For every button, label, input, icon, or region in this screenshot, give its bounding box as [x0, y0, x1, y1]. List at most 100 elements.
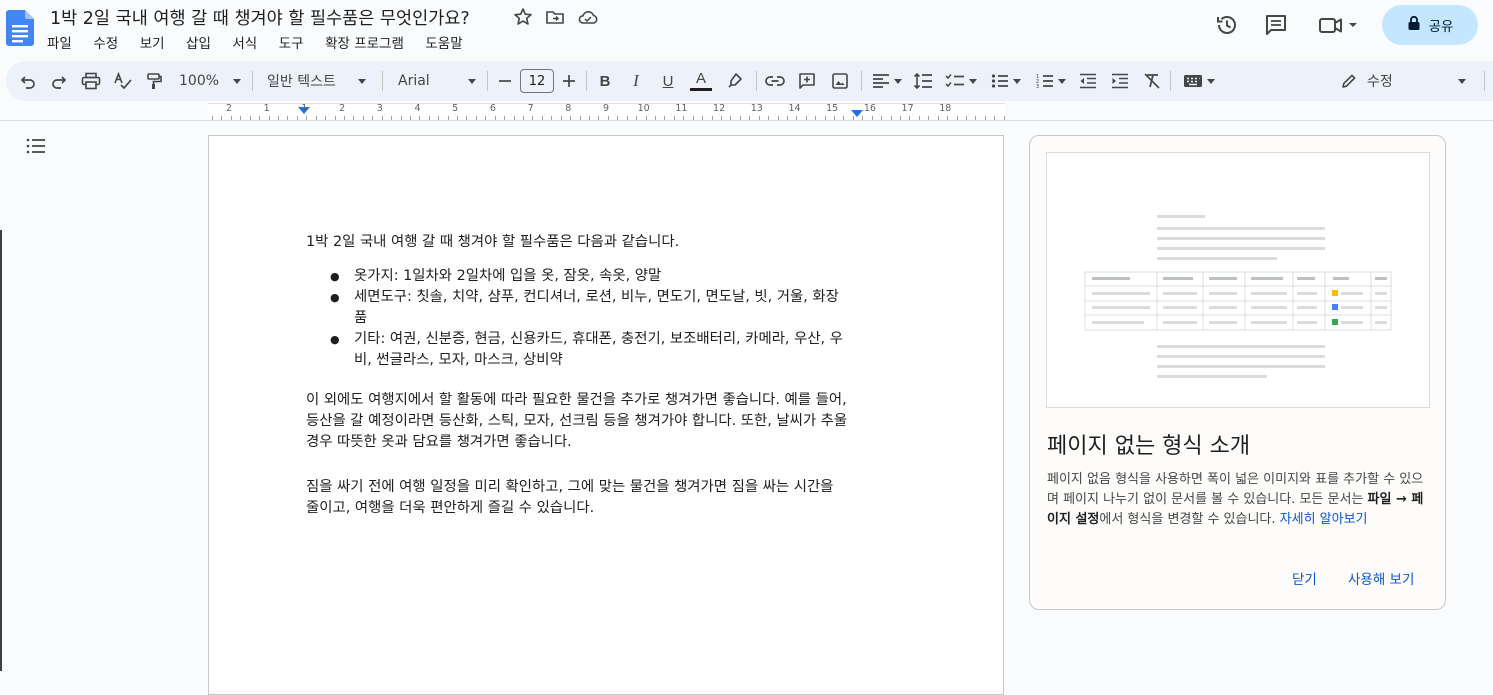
- ruler-tick: [1003, 116, 1005, 120]
- ruler-tick: [900, 116, 902, 120]
- ruler-number: 2: [225, 103, 233, 114]
- toolbar: 100% 일반 텍스트 Arial 12 B I U A 1 2 3 수정: [6, 61, 1493, 101]
- paragraph-style-select[interactable]: 일반 텍스트: [267, 70, 366, 92]
- chevron-down-icon: [894, 78, 902, 84]
- underline-icon[interactable]: U: [658, 71, 678, 91]
- menu-file[interactable]: 파일: [47, 32, 80, 52]
- close-button[interactable]: 닫기: [1292, 568, 1317, 588]
- ruler-tick: [607, 116, 609, 120]
- list-item[interactable]: 세면도구: 칫솔, 치약, 샴푸, 컨디셔너, 로션, 비누, 면도기, 면도날…: [330, 287, 851, 329]
- ruler-tick: [523, 116, 525, 120]
- ruler-tick: [664, 116, 666, 120]
- increase-indent-icon[interactable]: [1110, 71, 1130, 91]
- ruler-tick: [551, 116, 553, 120]
- chevron-down-icon: [1207, 78, 1215, 84]
- ruler-tick: [768, 116, 770, 120]
- editing-mode-select[interactable]: 수정: [1341, 70, 1466, 92]
- ruler-number: 7: [527, 103, 534, 114]
- ruler-tick: [749, 116, 751, 120]
- move-folder-icon[interactable]: [545, 7, 565, 27]
- ruler-tick: [786, 116, 788, 120]
- clear-formatting-icon[interactable]: [1142, 71, 1162, 91]
- chevron-down-icon: [1013, 78, 1021, 84]
- font-size-input[interactable]: 12: [520, 69, 554, 93]
- menu-insert[interactable]: 삽입: [186, 32, 219, 52]
- input-tools-menu[interactable]: [1180, 71, 1218, 91]
- svg-text:3: 3: [1036, 84, 1039, 89]
- ruler-number: 17: [901, 103, 914, 114]
- ruler-tick: [589, 116, 590, 120]
- ruler-tick: [334, 116, 336, 120]
- ruler-tick: [683, 116, 685, 120]
- italic-icon[interactable]: I: [626, 71, 646, 91]
- toolbar-divider: [586, 71, 587, 91]
- ruler-number: 6: [489, 103, 496, 114]
- ruler-tick: [975, 116, 977, 120]
- paragraph-3[interactable]: 짐을 싸기 전에 여행 일정을 미리 확인하고, 그에 맞는 물건을 챙겨가면 …: [306, 477, 851, 519]
- cloud-saved-icon[interactable]: [577, 7, 598, 27]
- insert-image-icon[interactable]: [830, 71, 850, 91]
- menu-view[interactable]: 보기: [140, 32, 173, 52]
- ruler-tick: [353, 116, 355, 120]
- try-it-button[interactable]: 사용해 보기: [1348, 568, 1414, 588]
- decrease-indent-icon[interactable]: [1078, 71, 1098, 91]
- highlight-color-icon[interactable]: [725, 71, 745, 91]
- ruler-tick: [984, 116, 986, 120]
- line-spacing-icon[interactable]: [912, 71, 934, 91]
- ruler-tick: [296, 116, 298, 120]
- document-body[interactable]: 1박 2일 국내 여행 갈 때 챙겨야 할 필수품은 다음과 같습니다. 옷가지…: [306, 232, 851, 519]
- toolbar-divider: [756, 71, 757, 91]
- redo-icon[interactable]: [49, 71, 69, 91]
- menu-format[interactable]: 서식: [232, 32, 265, 52]
- menu-help[interactable]: 도움말: [425, 32, 471, 52]
- align-menu[interactable]: [869, 71, 905, 91]
- ruler-tick: [956, 116, 958, 120]
- intro-paragraph[interactable]: 1박 2일 국내 여행 갈 때 챙겨야 할 필수품은 다음과 같습니다.: [306, 232, 851, 253]
- list-item[interactable]: 옷가지: 1일차와 2일차에 입을 옷, 잠옷, 속옷, 양말: [330, 266, 851, 287]
- insert-link-icon[interactable]: [765, 71, 785, 91]
- add-comment-icon[interactable]: [797, 71, 817, 91]
- increase-font-size-button[interactable]: [560, 71, 578, 91]
- paragraph-style-value: 일반 텍스트: [267, 74, 336, 90]
- ruler-tick: [796, 116, 798, 120]
- font-family-value: Arial: [398, 73, 430, 89]
- undo-icon[interactable]: [18, 71, 38, 91]
- numbered-list-menu[interactable]: 123: [1033, 71, 1069, 91]
- menu-tools[interactable]: 도구: [279, 32, 312, 52]
- zoom-select[interactable]: 100%: [179, 70, 242, 92]
- ruler-tick: [457, 116, 459, 120]
- zoom-value: 100%: [179, 73, 220, 89]
- share-button[interactable]: 공유: [1382, 5, 1478, 45]
- menu-edit[interactable]: 수정: [93, 32, 126, 52]
- ruler-number: 1: [301, 103, 308, 114]
- ruler-tick: [645, 116, 647, 120]
- bold-icon[interactable]: B: [595, 71, 615, 91]
- document-page[interactable]: 1박 2일 국내 여행 갈 때 챙겨야 할 필수품은 다음과 같습니다. 옷가지…: [208, 135, 1004, 695]
- decrease-font-size-button[interactable]: [496, 71, 514, 91]
- text-color-icon[interactable]: A: [689, 71, 713, 91]
- learn-more-link[interactable]: 자세히 알아보기: [1280, 512, 1368, 527]
- toolbar-divider: [861, 71, 862, 91]
- paragraph-2[interactable]: 이 외에도 여행지에서 할 활동에 따라 필요한 물건을 추가로 챙겨가면 좋습…: [306, 390, 851, 453]
- menu-extensions[interactable]: 확장 프로그램: [325, 32, 412, 52]
- docs-logo-icon[interactable]: [6, 10, 34, 46]
- meet-icon[interactable]: [1318, 12, 1362, 38]
- version-history-icon[interactable]: [1214, 12, 1240, 38]
- print-icon[interactable]: [80, 71, 102, 91]
- comments-icon[interactable]: [1263, 12, 1289, 38]
- ruler-tick: [419, 116, 421, 120]
- spellcheck-icon[interactable]: [113, 71, 133, 91]
- document-outline-icon[interactable]: [26, 137, 46, 155]
- paint-format-icon[interactable]: [144, 71, 164, 91]
- ruler-tick: [362, 116, 364, 120]
- checklist-menu[interactable]: [943, 71, 979, 91]
- bulleted-list-menu[interactable]: [988, 71, 1024, 91]
- ruler[interactable]: 2 1 1 2 3 4 5 6 7 8 9 10 11 12 13 14 15 16 17 18: [0, 101, 1493, 121]
- star-icon[interactable]: [513, 7, 533, 27]
- title-bar: 1박 2일 국내 여행 갈 때 챙겨야 할 필수품은 무엇인가요? 파일 수정 …: [0, 0, 1493, 60]
- ruler-tick: [212, 116, 213, 120]
- document-title[interactable]: 1박 2일 국내 여행 갈 때 챙겨야 할 필수품은 무엇인가요?: [50, 5, 470, 30]
- ruler-tick: [702, 116, 704, 120]
- font-family-select[interactable]: Arial: [398, 70, 476, 92]
- list-item[interactable]: 기타: 여권, 신분증, 현금, 신용카드, 휴대폰, 충전기, 보조배터리, …: [330, 329, 851, 371]
